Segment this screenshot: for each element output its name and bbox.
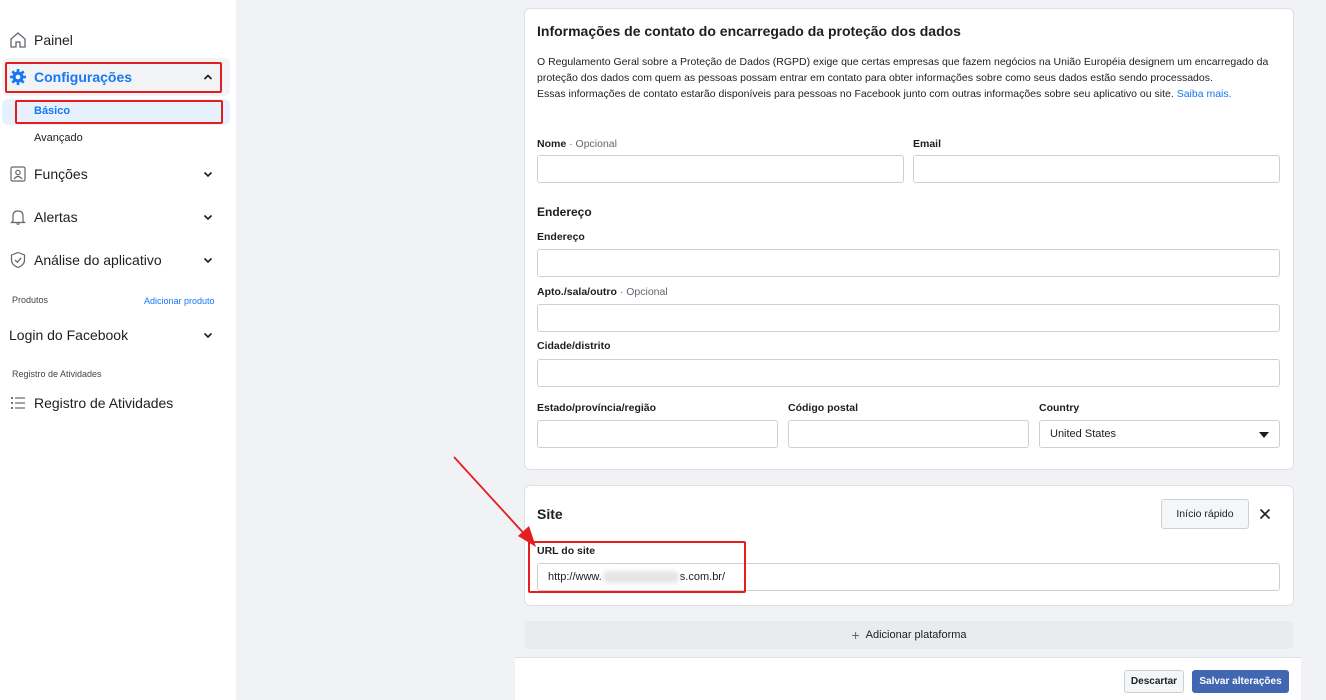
salvar-alteracoes-button[interactable]: Salvar alterações	[1192, 670, 1289, 693]
sidebar-subitem-basico[interactable]: Básico	[34, 105, 70, 117]
url-input[interactable]: http://www. s.com.br/	[537, 563, 1280, 591]
plus-icon: +	[851, 627, 860, 643]
description-text: Essas informações de contato estarão dis…	[537, 88, 1174, 100]
cidade-label: Cidade/distrito	[537, 340, 611, 352]
apto-label-text: Apto./sala/outro	[537, 286, 617, 298]
sidebar-item-alertas[interactable]: Alertas	[0, 205, 230, 229]
description-paragraph: O Regulamento Geral sobre a Proteção de …	[537, 56, 1269, 84]
sidebar-item-label: Configurações	[34, 69, 133, 85]
redacted-blur	[602, 571, 679, 583]
codigo-postal-label: Código postal	[788, 402, 858, 414]
url-suffix: s.com.br/	[679, 571, 726, 583]
endereco-label: Endereço	[537, 231, 585, 243]
sidebar-subitem-avancado[interactable]: Avançado	[34, 132, 83, 144]
close-icon[interactable]	[1257, 506, 1273, 522]
estado-input[interactable]	[537, 420, 778, 448]
endereco-input[interactable]	[537, 249, 1280, 277]
estado-label: Estado/província/região	[537, 402, 657, 414]
chevron-down-icon	[202, 211, 214, 223]
description-paragraph-2: Essas informações de contato estarão dis…	[537, 86, 1285, 102]
optional-tag: · Opcional	[569, 138, 617, 150]
sidebar-item-label: Alertas	[34, 209, 78, 225]
adicionar-plataforma-label: Adicionar plataforma	[865, 629, 967, 641]
country-select[interactable]: United States	[1039, 420, 1280, 448]
sidebar-item-registro[interactable]: Registro de Atividades	[0, 391, 230, 415]
dpo-contact-card: Informações de contato do encarregado da…	[524, 8, 1294, 470]
site-card: Site Início rápido URL do site http://ww…	[524, 485, 1294, 606]
sidebar-item-label: Análise do aplicativo	[34, 252, 162, 268]
chevron-down-icon	[202, 254, 214, 266]
sidebar-item-label: Funções	[34, 166, 88, 182]
list-icon	[8, 393, 28, 413]
nome-label: Nome · Opcional	[537, 138, 617, 150]
sidebar-item-label: Registro de Atividades	[34, 395, 174, 411]
descartar-button[interactable]: Descartar	[1124, 670, 1184, 693]
inicio-rapido-button[interactable]: Início rápido	[1161, 499, 1249, 529]
sidebar-item-funcoes[interactable]: Funções	[0, 162, 230, 186]
bell-icon	[8, 207, 28, 227]
sidebar: Painel Configurações Básico Avançado Fun…	[0, 0, 236, 700]
roles-icon	[8, 164, 28, 184]
registro-label: Registro de Atividades	[12, 369, 102, 379]
country-value: United States	[1050, 428, 1117, 440]
sidebar-item-label: Login do Facebook	[9, 327, 129, 343]
email-input[interactable]	[913, 155, 1280, 183]
apto-input[interactable]	[537, 304, 1280, 332]
chevron-up-icon	[202, 71, 214, 83]
card-title: Informações de contato do encarregado da…	[537, 23, 961, 39]
url-prefix: http://www.	[548, 571, 602, 583]
adicionar-produto-link[interactable]: Adicionar produto	[144, 296, 215, 306]
nome-input[interactable]	[537, 155, 904, 183]
codigo-postal-input[interactable]	[788, 420, 1029, 448]
endereco-heading: Endereço	[537, 205, 592, 219]
email-label: Email	[913, 138, 942, 150]
card-description: O Regulamento Geral sobre a Proteção de …	[537, 54, 1285, 102]
produtos-label: Produtos	[12, 295, 49, 305]
apto-label: Apto./sala/outro · Opcional	[537, 286, 668, 298]
sidebar-item-painel[interactable]: Painel	[0, 28, 230, 52]
sidebar-item-analise[interactable]: Análise do aplicativo	[0, 248, 230, 272]
caret-down-icon	[1259, 432, 1269, 438]
chevron-down-icon	[202, 329, 214, 341]
footer-bar: Descartar Salvar alterações	[515, 657, 1301, 700]
sidebar-item-label: Painel	[34, 32, 73, 48]
sidebar-item-login-facebook[interactable]: Login do Facebook	[0, 323, 230, 347]
cidade-input[interactable]	[537, 359, 1280, 387]
saiba-mais-link[interactable]: Saiba mais.	[1177, 88, 1232, 100]
home-icon	[8, 30, 28, 50]
chevron-down-icon	[202, 168, 214, 180]
adicionar-plataforma-button[interactable]: + Adicionar plataforma	[525, 621, 1293, 649]
sidebar-item-configuracoes[interactable]: Configurações	[0, 65, 230, 89]
shield-check-icon	[8, 250, 28, 270]
annotation-arrow-icon	[453, 456, 536, 547]
gear-icon	[8, 67, 28, 87]
optional-tag: · Opcional	[619, 286, 668, 298]
nome-label-text: Nome	[537, 138, 567, 150]
country-label: Country	[1039, 402, 1080, 414]
